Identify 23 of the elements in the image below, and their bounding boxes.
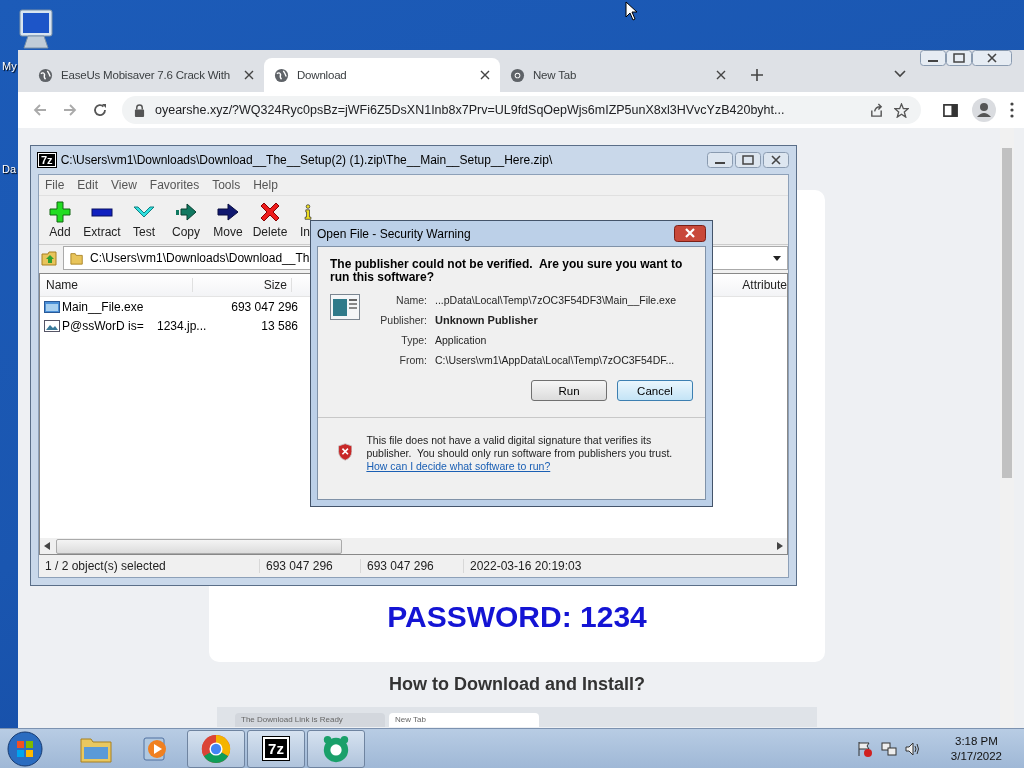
field-value: Application <box>435 334 487 346</box>
tab-title: New Tab <box>395 715 426 724</box>
field-label: From: <box>398 354 427 366</box>
field-value: C:\Users\vm1\AppData\Local\Temp\7zOC3F54DF... <box>435 354 675 366</box>
file-size: 13 586 <box>260 318 298 333</box>
app-logo: 7z <box>38 153 56 167</box>
section-heading: How to Download and Install? <box>389 674 645 695</box>
warning-question: The publisher could not be verified. Are you sure you want to run this software? <box>330 258 684 284</box>
field-label: Name: <box>395 294 427 306</box>
password-heading: PASSWORD: 1234 <box>387 600 647 634</box>
field-value: Unknown Publisher <box>435 314 538 326</box>
status-bar-cell: 1 / 2 object(s) selected <box>39 559 260 573</box>
status-bar-cell: 693 047 296 <box>361 559 464 573</box>
tab-title: The Download Link is Ready <box>241 715 343 724</box>
status-bar-cell-text: 2022-03-16 20:19:03 <box>469 559 582 573</box>
dialog-title: Open File - Security Warning <box>317 226 471 241</box>
file-size: 693 047 296 <box>230 299 298 314</box>
window-title: C:\Users\vm1\Downloads\Download__The__Setup(2) (1).zip\The__Main__Setup__Here.zip\ <box>60 153 554 167</box>
warning-text: This file does not have a valid digital signature that verifies its publisher. You should only run software from publishers you trust. <box>366 434 674 460</box>
field-label: Type: <box>400 334 427 346</box>
status-bar-cell: 693 047 296 <box>260 559 361 573</box>
field-value: ...pData\Local\Temp\7zOC3F54DF3\Main__File.exe <box>435 294 677 306</box>
field-label: Publisher: <box>379 314 427 326</box>
